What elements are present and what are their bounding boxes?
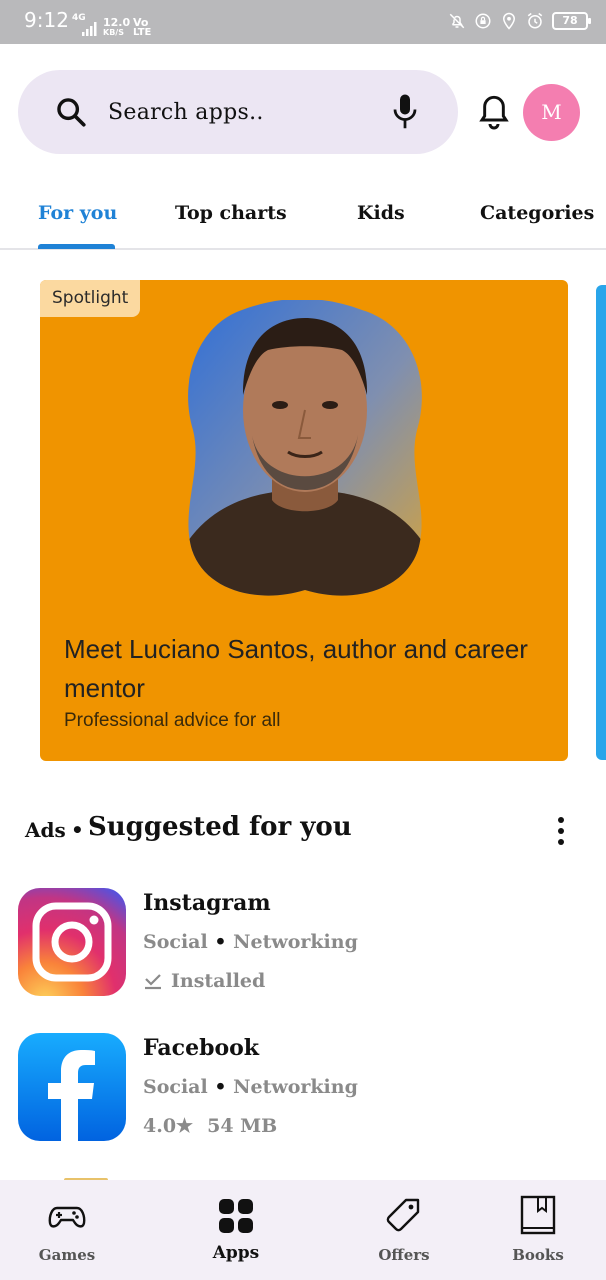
search-bar[interactable]: Search apps.. (18, 70, 458, 154)
app-install-status: Installed (143, 970, 265, 992)
spotlight-subtitle: Professional advice for all (64, 710, 281, 731)
nav-apps[interactable]: Apps (176, 1180, 296, 1280)
bottom-navigation: Games Apps Offers Books (0, 1180, 606, 1280)
app-category-secondary: Networking (233, 931, 358, 953)
status-time: 9:12 (24, 8, 69, 32)
section-separator: • (71, 818, 84, 842)
nav-books[interactable]: Books (478, 1180, 598, 1280)
active-tab-indicator (38, 244, 115, 249)
nav-books-label: Books (512, 1246, 564, 1264)
app-list-item[interactable]: Instagram Social • Networking Installed (18, 888, 588, 1000)
app-size: 54 MB (207, 1115, 278, 1137)
speed-value: 12.0 (103, 16, 131, 29)
facebook-icon (18, 1033, 126, 1141)
category-separator: • (214, 931, 227, 953)
nav-apps-label: Apps (212, 1243, 260, 1263)
section-title: Suggested for you (88, 812, 352, 842)
category-separator: • (214, 1076, 227, 1098)
nav-games[interactable]: Games (7, 1180, 127, 1280)
installed-label: Installed (171, 970, 266, 992)
top-tabs: For you Top charts Kids Categories (0, 180, 606, 250)
author-portrait-image (188, 300, 422, 596)
spotlight-card[interactable]: Spotlight Meet Luciano Santos, author an… (40, 280, 568, 761)
ads-label: Ads (25, 818, 66, 842)
avatar[interactable]: M (523, 84, 580, 141)
installed-check-icon (145, 974, 161, 990)
status-bar: 9:12 4G 12.0 KB/S Vo LTE 78 (0, 0, 606, 44)
battery-indicator: 78 (552, 12, 591, 30)
spotlight-badge: Spotlight (40, 280, 141, 317)
nav-games-label: Games (38, 1246, 96, 1264)
instagram-icon (18, 888, 126, 996)
volte-indicator: Vo LTE (133, 17, 152, 38)
location-icon (502, 12, 516, 30)
tab-kids[interactable]: Kids (357, 202, 405, 224)
app-category: Social • Networking (143, 1076, 358, 1098)
tab-top-charts[interactable]: Top charts (175, 202, 287, 224)
search-icon[interactable] (54, 95, 88, 129)
app-meta: 4.0★ 54 MB (143, 1115, 277, 1137)
microphone-icon[interactable] (390, 92, 420, 132)
network-speed: 12.0 KB/S (103, 16, 131, 38)
nav-offers-label: Offers (378, 1246, 430, 1264)
app-category-primary: Social (143, 931, 208, 953)
speed-unit: KB/S (103, 28, 124, 37)
app-category: Social • Networking (143, 931, 358, 953)
app-name: Instagram (143, 890, 271, 916)
status-icons: 78 (448, 12, 591, 30)
app-category-secondary: Networking (233, 1076, 358, 1098)
search-input[interactable]: Search apps.. (108, 100, 264, 125)
apps-grid-icon (219, 1199, 253, 1233)
app-list-item[interactable]: Facebook Social • Networking 4.0★ 54 MB (18, 1033, 588, 1145)
notification-bell-icon[interactable] (478, 93, 510, 131)
volte-bottom: LTE (133, 27, 152, 38)
book-icon (520, 1195, 556, 1235)
bell-off-icon (449, 13, 465, 29)
nav-offers[interactable]: Offers (344, 1180, 464, 1280)
alarm-icon (527, 12, 543, 29)
lock-icon (475, 13, 491, 29)
app-category-primary: Social (143, 1076, 208, 1098)
next-carousel-card[interactable] (596, 285, 606, 760)
tag-icon (386, 1198, 420, 1232)
tab-for-you[interactable]: For you (38, 202, 117, 224)
more-options-icon[interactable] (550, 815, 572, 847)
app-name: Facebook (143, 1035, 260, 1061)
signal-icon (82, 22, 97, 36)
gamepad-icon (48, 1206, 86, 1228)
app-rating: 4.0★ (143, 1115, 194, 1137)
tab-categories[interactable]: Categories (480, 202, 594, 224)
spotlight-title: Meet Luciano Santos, author and career m… (64, 634, 528, 703)
